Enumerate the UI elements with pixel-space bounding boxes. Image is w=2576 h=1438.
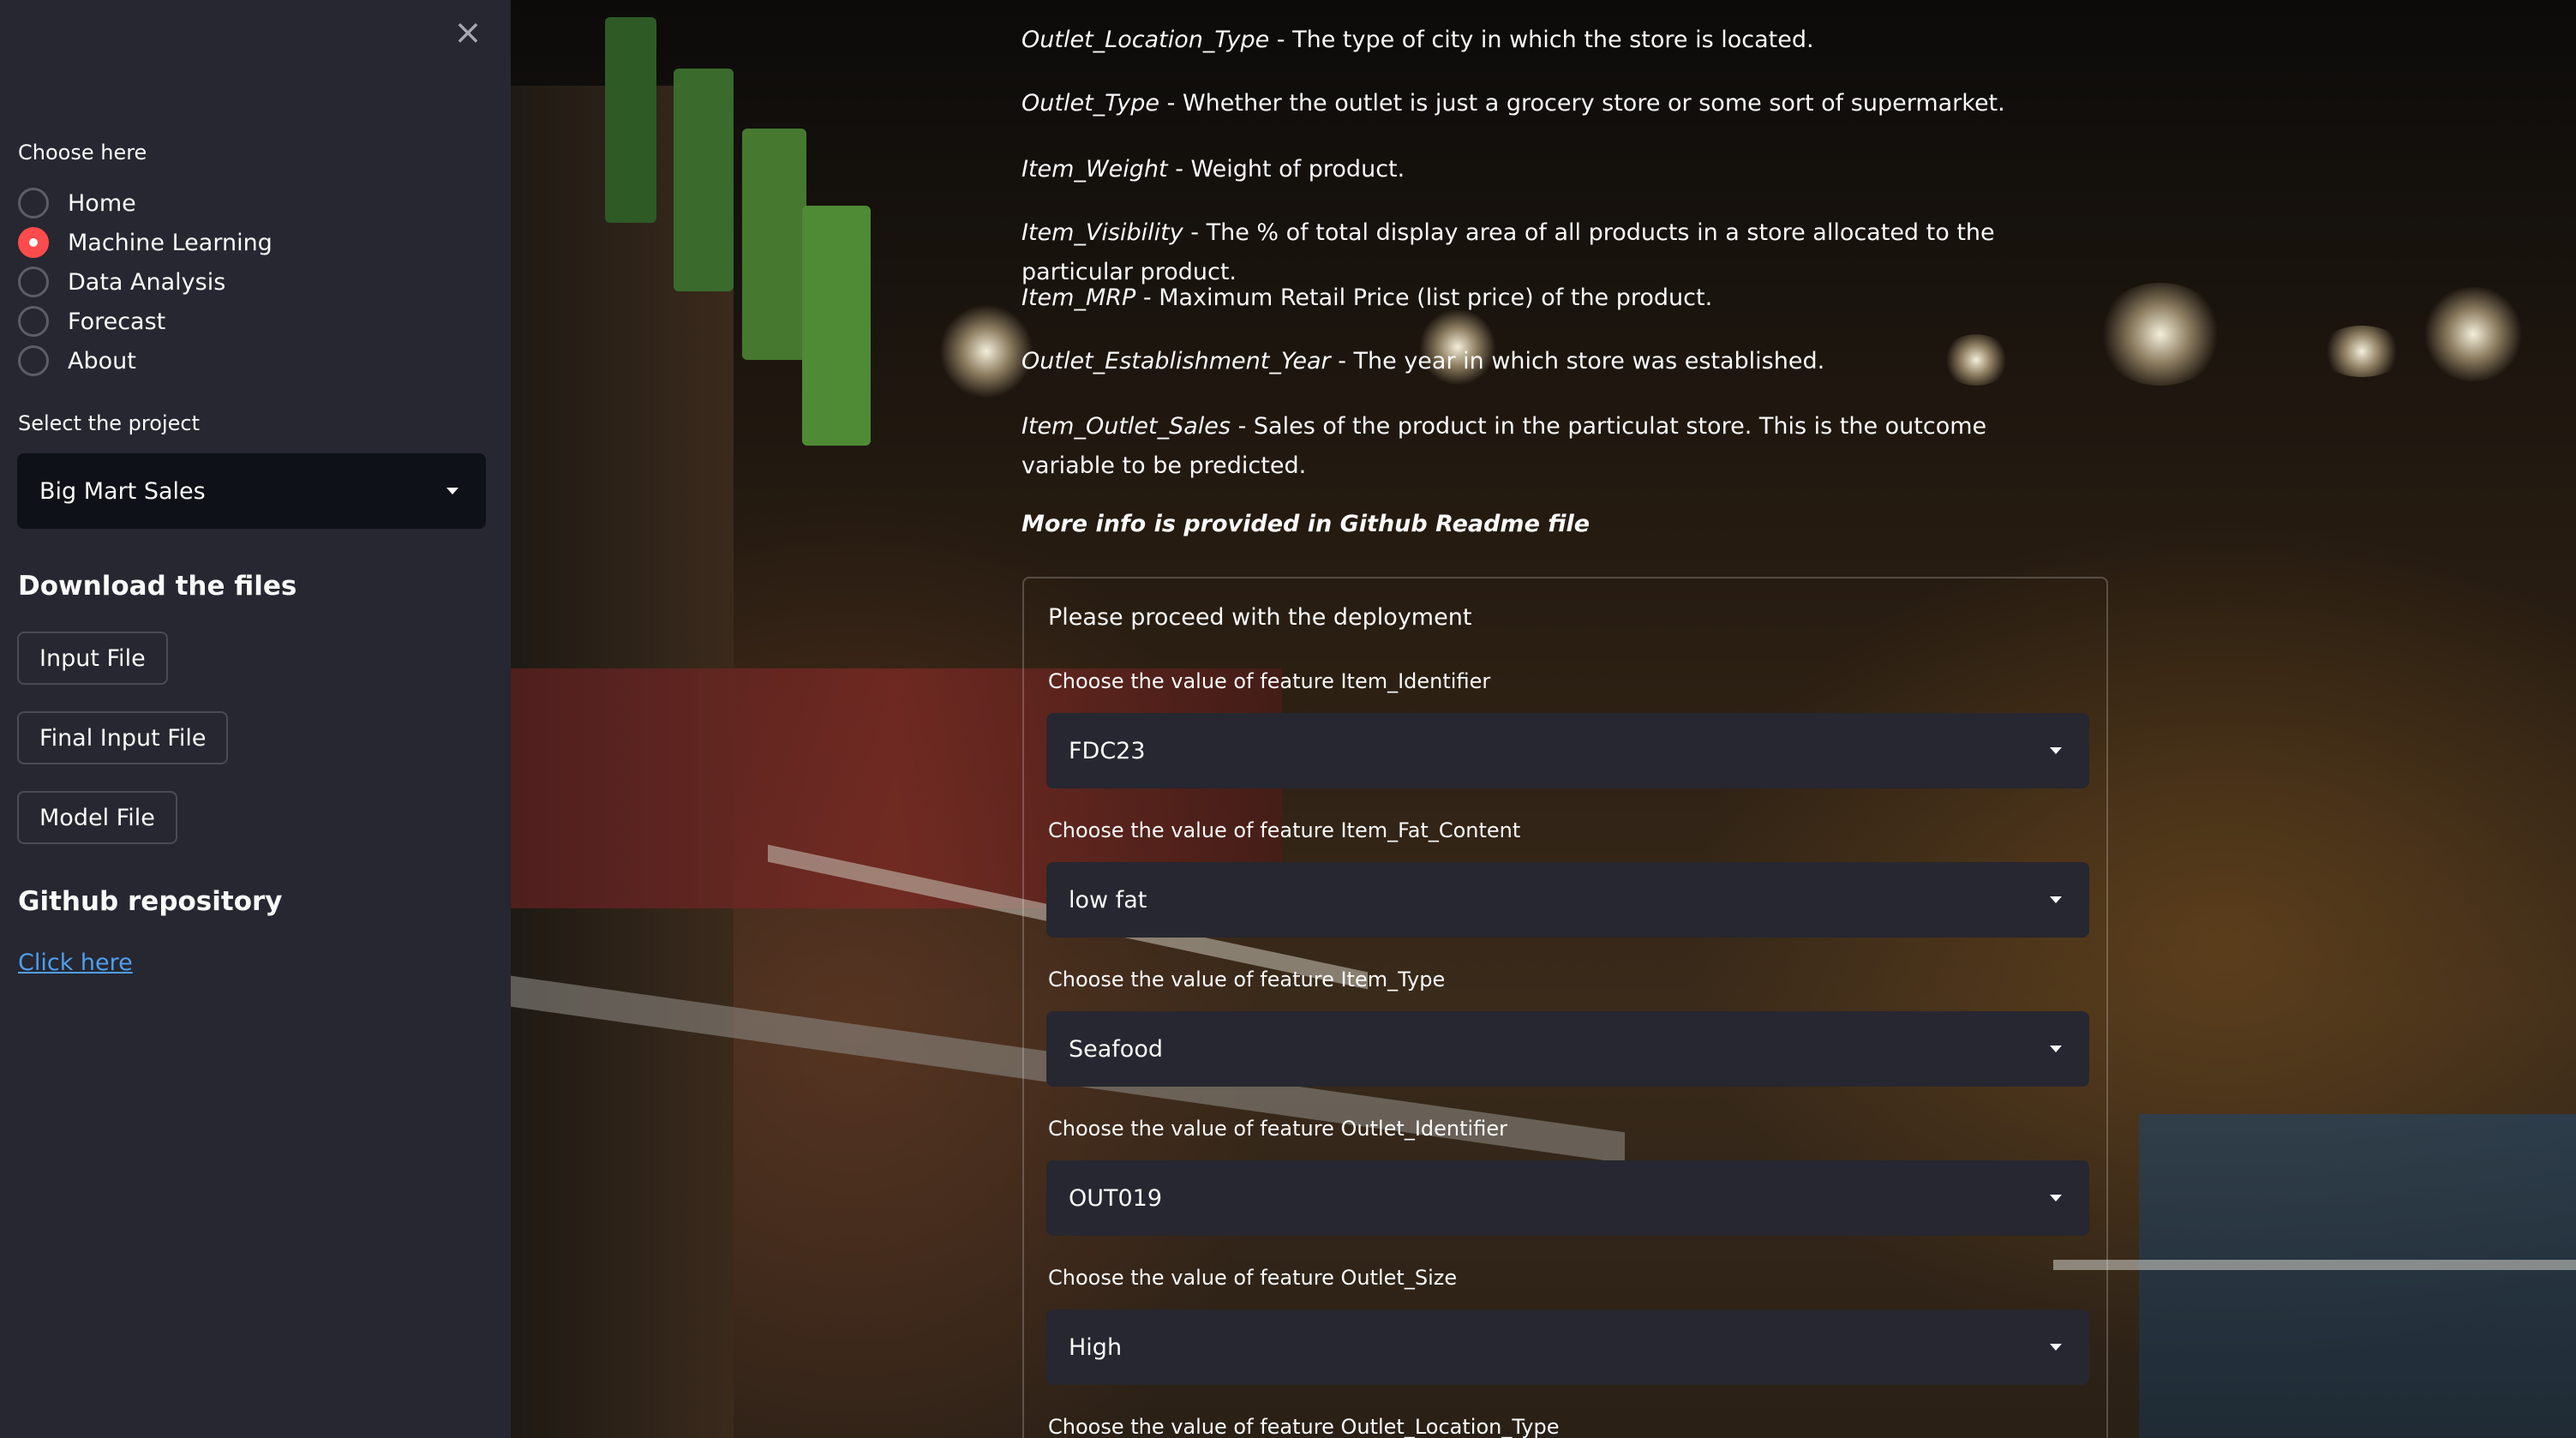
- field-label: Choose the value of feature Outlet_Size: [1048, 1266, 1458, 1290]
- radio-forecast[interactable]: Forecast: [18, 302, 273, 341]
- input-file-button[interactable]: Input File: [17, 632, 168, 685]
- deployment-form: Please proceed with the deployment Choos…: [1022, 577, 2108, 1438]
- sidebar: × Choose here Home Machine Learning Data…: [0, 0, 511, 1438]
- field-label: Choose the value of feature Outlet_Ident…: [1048, 1117, 1507, 1141]
- project-select-value: Big Mart Sales: [39, 477, 206, 505]
- close-sidebar-icon[interactable]: ×: [449, 14, 487, 51]
- form-title: Please proceed with the deployment: [1048, 604, 1472, 631]
- radio-circle-icon: [18, 306, 49, 337]
- description-text: - Whether the outlet is just a grocery s…: [1159, 90, 2005, 117]
- description-term: Item_Visibility: [1021, 219, 1183, 246]
- field-label: Choose the value of feature Item_Fat_Con…: [1048, 818, 1521, 842]
- radio-data-analysis[interactable]: Data Analysis: [18, 262, 273, 302]
- description-paragraph: Item_Outlet_Sales - Sales of the product…: [1021, 407, 2084, 486]
- radio-selected-icon: [18, 227, 49, 258]
- description-term: Item_MRP: [1021, 285, 1136, 311]
- item-type-select[interactable]: Seafood: [1046, 1011, 2089, 1087]
- description-term: Outlet_Type: [1021, 90, 1160, 117]
- select-value: OUT019: [1069, 1184, 1163, 1212]
- description-paragraph: Item_MRP - Maximum Retail Price (list pr…: [1021, 279, 2084, 318]
- radio-circle-icon: [18, 188, 49, 219]
- model-file-button[interactable]: Model File: [17, 791, 177, 844]
- field-label: Choose the value of feature Outlet_Locat…: [1048, 1415, 1560, 1438]
- chevron-down-icon: [2050, 896, 2062, 903]
- chevron-down-icon: [2050, 747, 2062, 754]
- description-text: - The type of city in which the store is…: [1269, 27, 1814, 53]
- radio-label: Data Analysis: [68, 268, 226, 296]
- item-fat-content-select[interactable]: low fat: [1046, 862, 2089, 938]
- description-text: - Maximum Retail Price (list price) of t…: [1135, 285, 1713, 311]
- radio-machine-learning[interactable]: Machine Learning: [18, 223, 273, 262]
- radio-label: Home: [68, 189, 136, 217]
- description-text: - Weight of product.: [1167, 156, 1405, 183]
- description-paragraph: Outlet_Location_Type - The type of city …: [1021, 21, 2084, 60]
- chevron-down-icon: [2050, 1195, 2062, 1201]
- more-info-text: More info is provided in Github Readme f…: [1021, 511, 1591, 537]
- chevron-down-icon: [446, 488, 458, 494]
- final-input-file-button[interactable]: Final Input File: [17, 711, 229, 764]
- radio-about[interactable]: About: [18, 341, 273, 380]
- radio-home[interactable]: Home: [18, 183, 273, 223]
- description-term: Outlet_Establishment_Year: [1021, 348, 1331, 374]
- radio-label: Machine Learning: [68, 229, 273, 256]
- github-link[interactable]: Click here: [18, 950, 133, 976]
- radio-label: Forecast: [68, 308, 166, 335]
- description-paragraph: Outlet_Establishment_Year - The year in …: [1021, 342, 2084, 381]
- description-text: - The year in which store was establishe…: [1330, 348, 1825, 374]
- select-value: low fat: [1069, 886, 1147, 914]
- description-term: Outlet_Location_Type: [1021, 27, 1270, 53]
- nav-label: Choose here: [18, 141, 147, 165]
- radio-circle-icon: [18, 267, 49, 297]
- outlet-size-select[interactable]: High: [1046, 1309, 2089, 1385]
- project-select[interactable]: Big Mart Sales: [17, 453, 486, 529]
- radio-label: About: [68, 347, 136, 374]
- select-value: FDC23: [1069, 737, 1146, 764]
- project-select-label: Select the project: [18, 411, 200, 435]
- description-term: Item_Weight: [1021, 156, 1168, 183]
- chevron-down-icon: [2050, 1344, 2062, 1351]
- github-heading: Github repository: [18, 886, 283, 917]
- select-value: High: [1069, 1333, 1123, 1361]
- field-label: Choose the value of feature Item_Type: [1048, 968, 1446, 992]
- chevron-down-icon: [2050, 1046, 2062, 1052]
- description-term: Item_Outlet_Sales: [1021, 413, 1231, 440]
- field-label: Choose the value of feature Item_Identif…: [1048, 669, 1491, 693]
- description-paragraph: Outlet_Type - Whether the outlet is just…: [1021, 84, 2084, 123]
- nav-radio-group: Home Machine Learning Data Analysis Fore…: [18, 183, 273, 380]
- select-value: Seafood: [1069, 1035, 1163, 1063]
- description-paragraph: Item_Weight - Weight of product.: [1021, 150, 2084, 189]
- radio-circle-icon: [18, 345, 49, 376]
- item-identifier-select[interactable]: FDC23: [1046, 713, 2089, 788]
- outlet-identifier-select[interactable]: OUT019: [1046, 1160, 2089, 1236]
- download-heading: Download the files: [18, 571, 297, 602]
